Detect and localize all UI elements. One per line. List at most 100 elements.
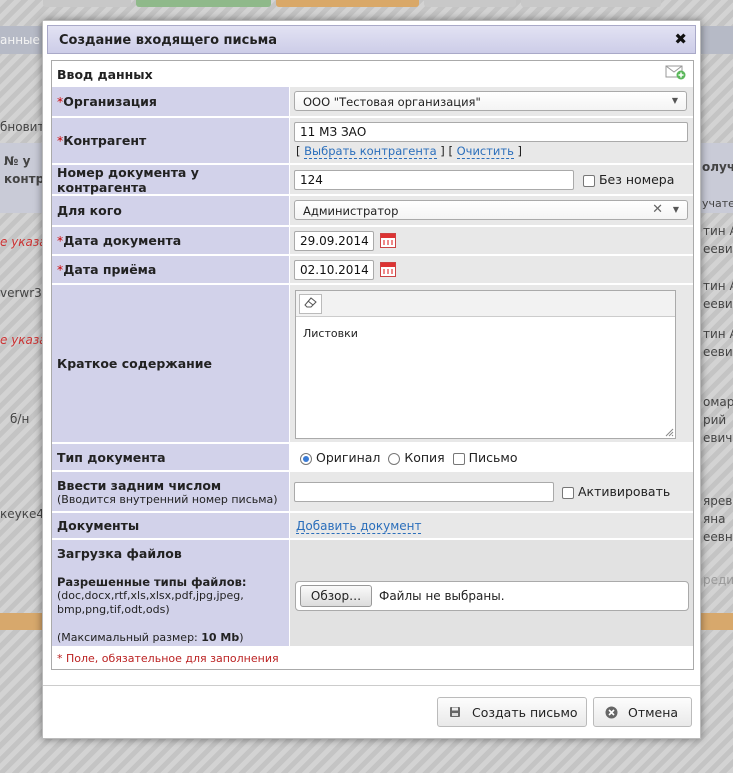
doc-type-cell: Оригинал Копия Письмо xyxy=(290,444,693,470)
summary-text: Листовки xyxy=(303,327,358,340)
organization-label-text: Организация xyxy=(63,94,157,109)
organization-label: *Организация xyxy=(52,87,289,116)
bg-orange-strip xyxy=(0,613,44,630)
summary-cell: Листовки xyxy=(290,285,693,442)
eraser-icon[interactable] xyxy=(299,294,322,314)
letter-checkbox[interactable] xyxy=(452,452,465,465)
bg-left-item: е указа xyxy=(0,235,47,249)
activate-checkbox[interactable] xyxy=(562,486,574,499)
counterparty-links: [ Выбрать контрагента ] [ Очистить ] xyxy=(296,144,523,159)
upload-label: Загрузка файлов Разрешенные типы файлов:… xyxy=(52,540,289,646)
close-icon[interactable]: ✖ xyxy=(674,30,687,48)
bg-gray-button xyxy=(521,0,661,7)
counterparty-value: 11 МЗ ЗАО xyxy=(300,125,367,139)
summary-label: Краткое содержание xyxy=(52,285,289,442)
counterparty-row: *Контрагент 11 МЗ ЗАО [ Выбрать контраге… xyxy=(52,117,693,163)
counterparty-cell: 11 МЗ ЗАО [ Выбрать контрагента ] [ Очис… xyxy=(290,118,693,163)
doc-number-row: Номер документа у контрагента 124 Без но… xyxy=(52,164,693,195)
bg-orange-button xyxy=(276,0,419,7)
for-whom-row: Для кого Администратор ✕ ▼ xyxy=(52,195,693,225)
receive-date-label: *Дата приёма xyxy=(52,256,289,283)
for-whom-label-text: Для кого xyxy=(57,203,122,218)
counterparty-label-text: Контрагент xyxy=(63,133,147,148)
bg-col-header: № у контрагента xyxy=(4,154,90,186)
organization-cell: ООО "Тестовая организация" ▼ xyxy=(290,87,693,116)
doc-number-field[interactable]: 124 xyxy=(294,170,574,190)
create-letter-label: Создать письмо xyxy=(472,704,578,720)
bg-left-item: е указа xyxy=(0,333,47,347)
for-whom-select[interactable]: Администратор ✕ ▼ xyxy=(294,200,688,220)
letter-label: Письмо xyxy=(468,450,518,465)
bg-green-button xyxy=(136,0,271,7)
counterparty-field[interactable]: 11 МЗ ЗАО xyxy=(294,122,688,142)
receive-date-field[interactable]: 02.10.2014 xyxy=(294,260,374,280)
bg-orange-strip xyxy=(700,613,733,630)
doc-type-row: Тип документа Оригинал Копия Письмо xyxy=(52,443,693,470)
calendar-icon[interactable] xyxy=(380,233,396,248)
section-title: Ввод данных xyxy=(57,67,153,82)
data-entry-panel: Ввод данных *Организация ООО "Тестовая о… xyxy=(51,60,694,670)
organization-select[interactable]: ООО "Тестовая организация" ▼ xyxy=(294,91,687,111)
receive-date-value: 02.10.2014 xyxy=(300,263,369,277)
backdate-cell: Активировать xyxy=(290,472,693,511)
receive-date-cell: 02.10.2014 xyxy=(290,256,693,283)
doc-type-options: Оригинал Копия Письмо xyxy=(300,450,517,465)
file-input[interactable]: Обзор… Файлы не выбраны. xyxy=(295,581,689,611)
add-document-link[interactable]: Добавить документ xyxy=(296,519,422,534)
calendar-icon[interactable] xyxy=(380,262,396,277)
bg-col-sub: учате xyxy=(702,197,733,210)
activate-label: Активировать xyxy=(577,484,671,499)
bg-tab-button xyxy=(43,0,131,7)
max-size-prefix: (Максимальный размер: xyxy=(57,631,202,644)
doc-type-label-text: Тип документа xyxy=(57,449,166,465)
dialog-titlebar[interactable]: Создание входящего письма ✖ xyxy=(47,25,696,54)
radio-copy-label: Копия xyxy=(404,450,445,465)
organization-row: *Организация ООО "Тестовая организация" … xyxy=(52,86,693,116)
no-number-option: Без номера xyxy=(583,172,674,187)
backdate-field[interactable] xyxy=(294,482,554,502)
max-size-value: 10 Mb xyxy=(201,631,240,644)
radio-copy[interactable] xyxy=(388,452,401,465)
clear-icon[interactable]: ✕ xyxy=(652,202,663,217)
bg-gray-button xyxy=(424,0,516,7)
bg-right-item: ярева яна еевн xyxy=(703,494,733,544)
summary-editor[interactable]: Листовки xyxy=(295,290,676,439)
upload-label-text: Загрузка файлов xyxy=(57,546,182,561)
select-counterparty-link[interactable]: Выбрать контрагента xyxy=(304,144,437,159)
doc-date-field[interactable]: 29.09.2014 xyxy=(294,231,374,251)
bg-right-item: тин А еевич xyxy=(703,279,733,311)
radio-original[interactable] xyxy=(300,452,312,465)
create-letter-button[interactable]: Создать письмо xyxy=(437,697,587,727)
max-size-text: (Максимальный размер: 10 Mb) xyxy=(57,631,289,644)
no-files-text: Файлы не выбраны. xyxy=(379,589,505,603)
add-mail-icon[interactable] xyxy=(665,64,687,83)
radio-original-label: Оригинал xyxy=(315,450,381,465)
bg-col-header: олуч xyxy=(702,160,733,174)
cancel-icon xyxy=(604,705,618,719)
required-note: * Поле, обязательное для заполнения xyxy=(57,652,279,665)
browse-button[interactable]: Обзор… xyxy=(300,585,372,607)
backdate-row: Ввести задним числом (Вводится внутренни… xyxy=(52,471,693,511)
documents-label: Документы xyxy=(52,513,289,538)
cancel-label: Отмена xyxy=(628,704,679,720)
summary-row: Краткое содержание Листовки xyxy=(52,284,693,442)
summary-label-text: Краткое содержание xyxy=(57,356,213,371)
for-whom-value: Администратор xyxy=(303,204,399,218)
for-whom-label: Для кого xyxy=(52,196,289,225)
panel-header: Ввод данных xyxy=(52,61,693,86)
bg-right-item: тин А еевич xyxy=(703,327,733,359)
bg-right-item: омаре рий евич xyxy=(703,395,733,445)
doc-date-label-text: Дата документа xyxy=(63,233,182,248)
chevron-down-icon: ▼ xyxy=(672,205,679,214)
chevron-down-icon: ▼ xyxy=(671,96,678,105)
cancel-button[interactable]: Отмена xyxy=(593,697,692,727)
clear-counterparty-link[interactable]: Очистить xyxy=(456,144,514,159)
no-number-checkbox[interactable] xyxy=(583,174,595,187)
doc-date-label: *Дата документа xyxy=(52,227,289,254)
doc-date-row: *Дата документа 29.09.2014 xyxy=(52,226,693,254)
receive-date-label-text: Дата приёма xyxy=(63,262,157,277)
documents-cell: Добавить документ xyxy=(290,513,693,538)
resize-grip-icon[interactable] xyxy=(664,427,674,437)
counterparty-label: *Контрагент xyxy=(52,118,289,163)
documents-row: Документы Добавить документ xyxy=(52,512,693,538)
